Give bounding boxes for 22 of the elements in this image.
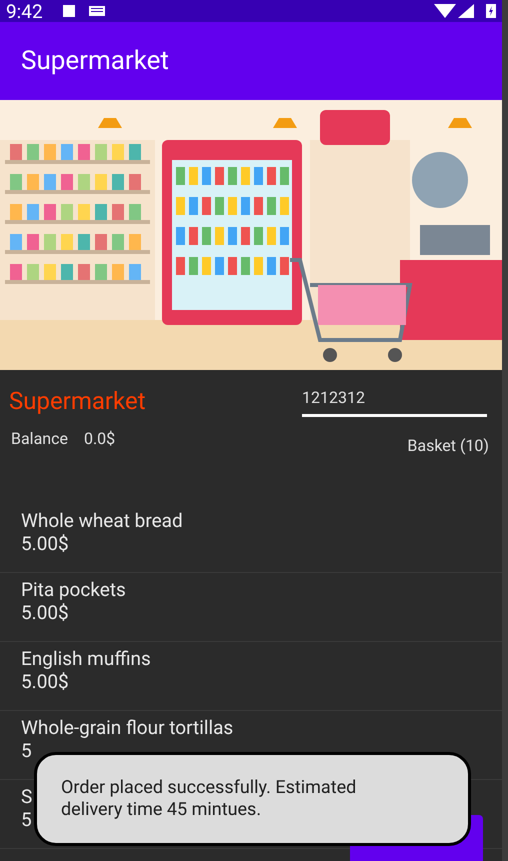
wifi-icon [434, 4, 456, 18]
balance-value: 0.0$ [84, 428, 116, 450]
product-price: 5 [21, 808, 32, 831]
signal-icon [458, 4, 474, 18]
toast-text: Order placed successfully. Estimated delivery time 45 mintues. [61, 777, 358, 821]
app-title: Supermarket [21, 44, 169, 78]
product-price: 5.00$ [21, 670, 69, 693]
balance-label: Balance [11, 428, 68, 450]
keyboard-icon [88, 6, 105, 16]
product-name: Whole-grain flour tortillas [21, 716, 234, 739]
product-name: S [21, 785, 32, 808]
code-field[interactable]: 1212312 [302, 386, 487, 417]
product-name: Whole wheat bread [21, 509, 183, 532]
product-price: 5.00$ [21, 532, 69, 555]
battery-icon [486, 4, 496, 18]
product-price: 5 [21, 739, 32, 762]
status-time: 9:42 [6, 2, 43, 20]
product-price: 5.00$ [21, 601, 69, 624]
basket-link[interactable]: Basket (10) [407, 434, 489, 458]
product-name: English muffins [21, 647, 151, 670]
product-name: Pita pockets [21, 578, 126, 601]
store-name: Supermarket [9, 386, 146, 416]
